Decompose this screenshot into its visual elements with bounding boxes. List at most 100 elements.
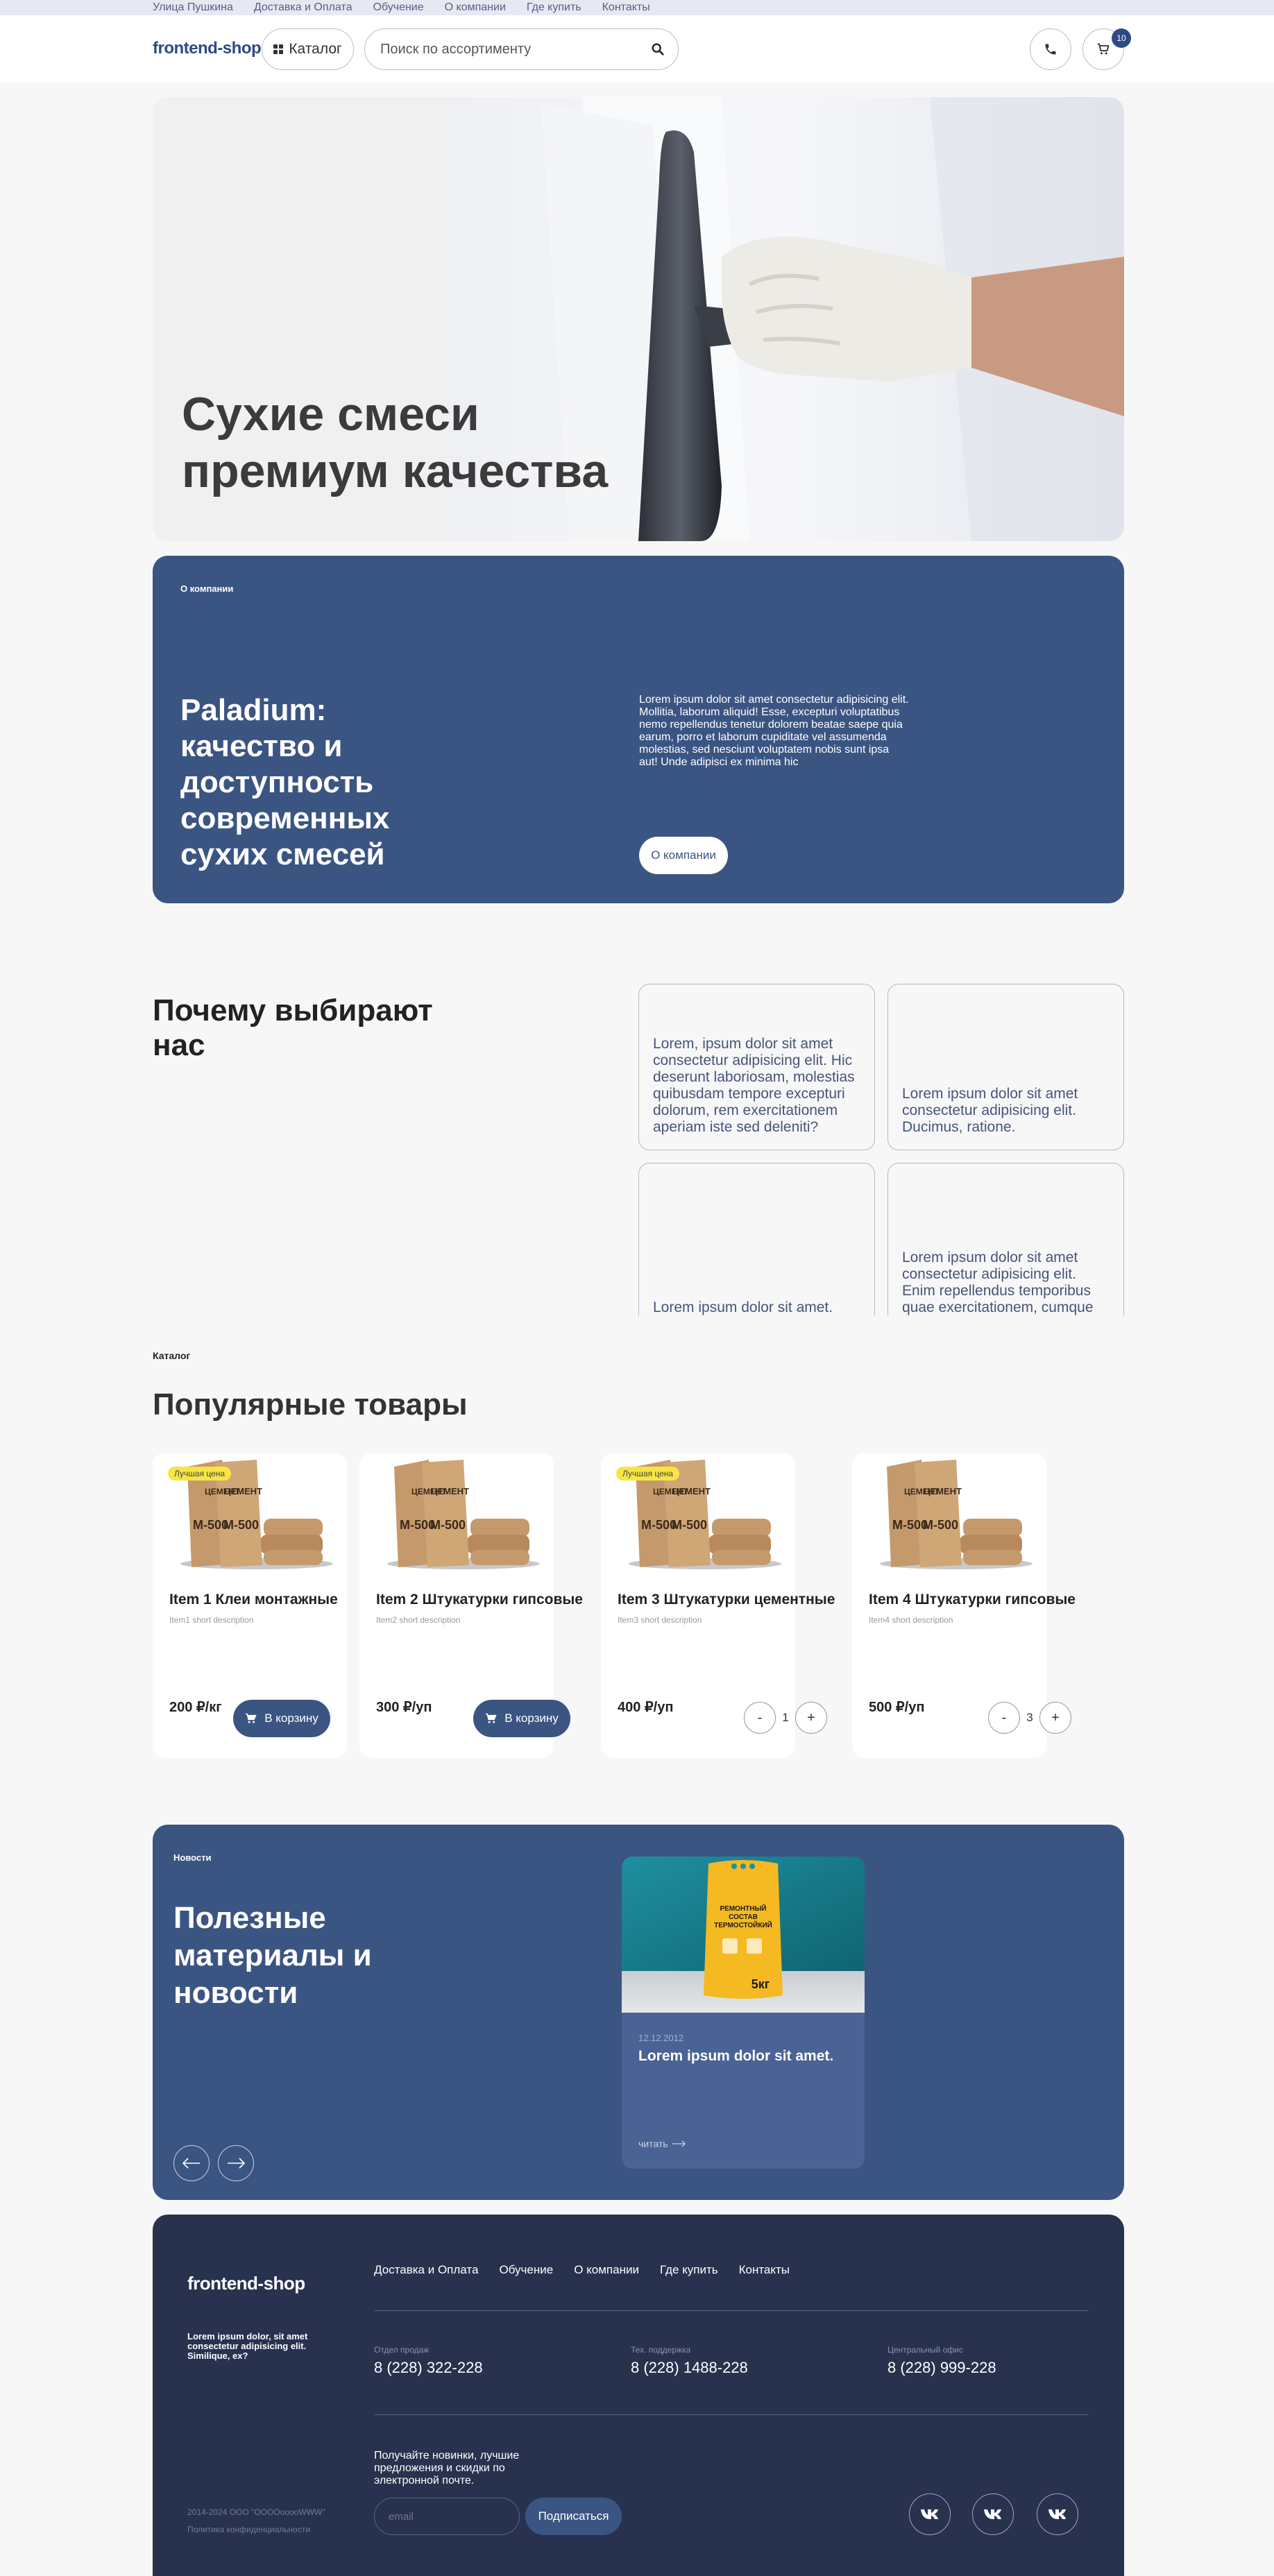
cart-icon: [486, 1713, 497, 1723]
footer-link-delivery[interactable]: Доставка и Оплата: [374, 2263, 478, 2277]
product-card[interactable]: ЦЕМЕНТ ЦЕМЕНТ М-500 М-500 Лучшая цена It…: [601, 1453, 835, 1758]
news-prev-button[interactable]: [173, 2145, 210, 2181]
pack-weight: 5кг: [751, 1977, 770, 1991]
why-card-text: Lorem, ipsum dolor sit amet consectetur …: [653, 1036, 855, 1135]
vk-button[interactable]: [972, 2493, 1014, 2535]
add-to-cart-label: В корзину: [504, 1712, 559, 1725]
news-read-label: читать: [638, 2138, 668, 2149]
add-to-cart-button[interactable]: В корзину: [473, 1700, 570, 1737]
product-price: 400 ₽/уп: [618, 1700, 674, 1715]
vk-icon: [1048, 2509, 1066, 2519]
quantity-value[interactable]: 1: [782, 1711, 788, 1725]
why-card-text: Lorem ipsum dolor sit amet.: [653, 1299, 833, 1315]
why-card-text: Lorem ipsum dolor sit amet consectetur a…: [902, 1249, 1094, 1315]
quantity-stepper: -1 +: [744, 1700, 827, 1736]
why-card: Lorem ipsum dolor sit amet.: [638, 1163, 875, 1315]
pack-text-2: СОСТАВ: [729, 1913, 758, 1921]
product-image: ЦЕМЕНТ ЦЕМЕНТ М-500 М-500: [880, 1460, 1033, 1569]
news-next-button[interactable]: [218, 2145, 254, 2181]
product-title[interactable]: Item 2 Штукатурки гипсовые: [376, 1592, 583, 1608]
product-card[interactable]: ЦЕМЕНТ ЦЕМЕНТ М-500 М-500 Лучшая цена It…: [153, 1453, 347, 1758]
logo[interactable]: frontend-shop: [153, 39, 262, 58]
why-card: Lorem ipsum dolor sit amet consectetur a…: [887, 1163, 1124, 1315]
bag-label: ЦЕМЕНТ: [224, 1486, 262, 1496]
footer-link-training[interactable]: Обучение: [499, 2263, 553, 2277]
bag-grade: М-500: [430, 1518, 466, 1532]
topbar-link-delivery[interactable]: Доставка и Оплата: [254, 1, 353, 14]
contact-number[interactable]: 8 (228) 999-228: [887, 2359, 996, 2377]
quantity-increase-button[interactable]: +: [1039, 1702, 1071, 1734]
footer-link-about[interactable]: О компании: [574, 2263, 639, 2277]
catalog-button-label: Каталог: [289, 41, 342, 57]
news-card-image: РЕМОНТНЫЙ СОСТАВ ТЕРМОСТОЙКИЙ 5кг: [622, 1857, 865, 2013]
footer-contact-support: Тех. поддержка 8 (228) 1488-228: [631, 2345, 748, 2377]
product-description: Item2 short description: [376, 1615, 461, 1625]
footer-logo[interactable]: frontend-shop: [187, 2273, 305, 2294]
subscribe-text: Получайте новинки, лучшие предложения и …: [374, 2450, 520, 2487]
topbar-link-training[interactable]: Обучение: [373, 1, 423, 14]
product-title[interactable]: Item 4 Штукатурки гипсовые: [869, 1592, 1076, 1608]
best-price-badge: Лучшая цена: [616, 1467, 680, 1481]
footer-contact-sales: Отдел продаж 8 (228) 322-228: [374, 2345, 483, 2377]
phone-button[interactable]: [1030, 28, 1071, 70]
footer-link-where-to-buy[interactable]: Где купить: [660, 2263, 718, 2277]
grid-icon: [273, 44, 284, 54]
footer-divider: [374, 2310, 1089, 2311]
product-title[interactable]: Item 1 Клеи монтажные: [169, 1592, 338, 1608]
vk-button[interactable]: [1037, 2493, 1078, 2535]
contact-number[interactable]: 8 (228) 1488-228: [631, 2359, 748, 2377]
product-title[interactable]: Item 3 Штукатурки цементные: [618, 1592, 835, 1608]
bag-label: ЦЕМЕНТ: [924, 1486, 962, 1496]
product-price: 500 ₽/уп: [869, 1700, 925, 1715]
product-card[interactable]: ЦЕМЕНТ ЦЕМЕНТ М-500 М-500 Item 2 Штукату…: [359, 1453, 583, 1758]
product-description: Item4 short description: [869, 1615, 953, 1625]
pack-text-1: РЕМОНТНЫЙ: [720, 1904, 767, 1913]
footer-link-contacts[interactable]: Контакты: [739, 2263, 790, 2277]
quantity-decrease-button[interactable]: -: [988, 1702, 1020, 1734]
about-button[interactable]: О компании: [639, 837, 728, 874]
top-bar-links: Улица Пушкина Доставка и Оплата Обучение…: [153, 1, 650, 14]
search-input[interactable]: [380, 41, 650, 58]
cart-count-badge: 10: [1112, 28, 1131, 48]
privacy-link[interactable]: Политика конфиденциальности: [187, 2525, 310, 2534]
why-grid: Lorem, ipsum dolor sit amet consectetur …: [638, 984, 1125, 1315]
contact-label: Центральный офис: [887, 2345, 963, 2355]
best-price-badge: Лучшая цена: [168, 1467, 232, 1481]
quantity-value[interactable]: 3: [1026, 1711, 1033, 1725]
news-read-link[interactable]: читать: [638, 2138, 686, 2149]
cart-icon: [1097, 43, 1110, 55]
catalog-button[interactable]: Каталог: [262, 28, 354, 70]
news-card-title: Lorem ipsum dolor sit amet.: [638, 2048, 834, 2064]
arrow-right-icon: [672, 2140, 686, 2147]
subscribe-button[interactable]: Подписаться: [525, 2498, 622, 2535]
vk-button[interactable]: [909, 2493, 951, 2535]
news-card[interactable]: РЕМОНТНЫЙ СОСТАВ ТЕРМОСТОЙКИЙ 5кг 12.12.…: [622, 1857, 865, 2169]
product-description: Item3 short description: [618, 1615, 702, 1625]
email-field[interactable]: [374, 2498, 520, 2535]
catalog-kicker: Каталог: [153, 1350, 191, 1361]
product-card[interactable]: ЦЕМЕНТ ЦЕМЕНТ М-500 М-500 Item 4 Штукату…: [852, 1453, 1076, 1758]
quantity-decrease-button[interactable]: -: [744, 1702, 776, 1734]
why-card: Lorem, ipsum dolor sit amet consectetur …: [638, 984, 875, 1150]
contact-label: Тех. поддержка: [631, 2345, 691, 2355]
topbar-link-about[interactable]: О компании: [445, 1, 506, 14]
contact-number[interactable]: 8 (228) 322-228: [374, 2359, 483, 2377]
footer-contact-office: Центральный офис 8 (228) 999-228: [887, 2345, 996, 2377]
search-bar: [364, 28, 679, 70]
arrow-right-icon: [228, 2158, 245, 2169]
topbar-link-where-to-buy[interactable]: Где купить: [527, 1, 581, 14]
catalog-title: Популярные товары: [153, 1388, 468, 1422]
search-icon[interactable]: [650, 42, 665, 57]
topbar-link-address[interactable]: Улица Пушкина: [153, 1, 233, 14]
topbar-link-contacts[interactable]: Контакты: [602, 1, 650, 14]
bag-grade: М-500: [923, 1518, 958, 1532]
bag-label: ЦЕМЕНТ: [672, 1486, 711, 1496]
why-card-text: Lorem ipsum dolor sit amet consectetur a…: [902, 1086, 1078, 1135]
hero-title: Сухие смеси премиум качества: [182, 388, 609, 497]
about-title: Paladium: качество и доступность совреме…: [180, 693, 390, 871]
add-to-cart-label: В корзину: [264, 1712, 318, 1725]
bag-grade: М-500: [223, 1518, 259, 1532]
quantity-increase-button[interactable]: +: [795, 1702, 827, 1734]
add-to-cart-button[interactable]: В корзину: [233, 1700, 330, 1737]
footer-nav: Доставка и Оплата Обучение О компании Гд…: [374, 2263, 790, 2277]
